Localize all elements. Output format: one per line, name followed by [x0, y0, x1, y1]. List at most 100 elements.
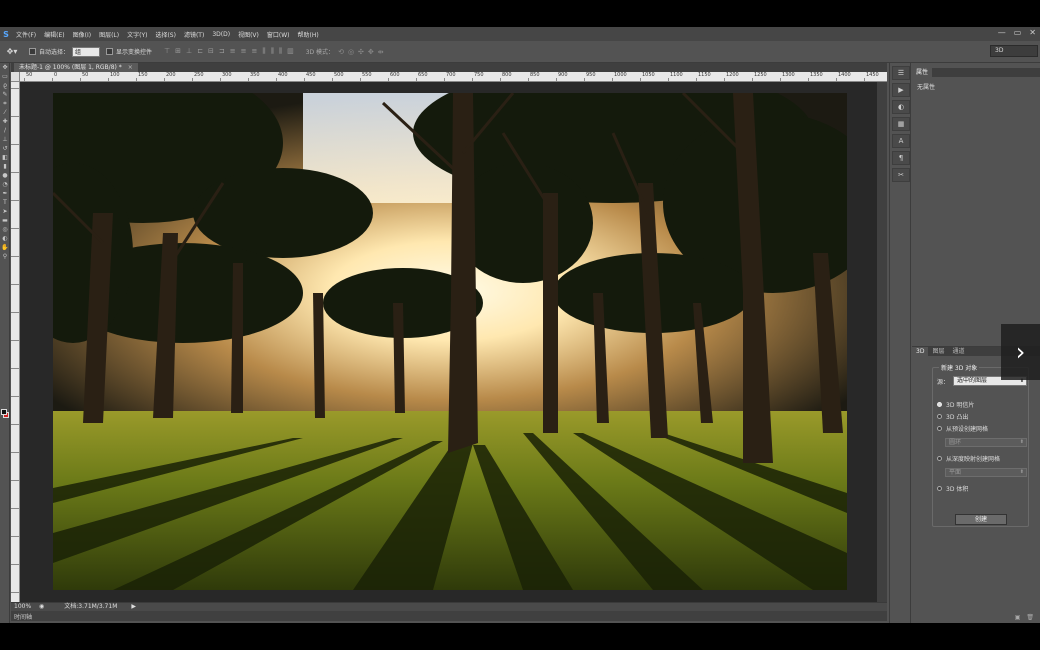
gradient-tool-icon[interactable]: ▮: [0, 162, 10, 171]
blur-tool-icon[interactable]: ●: [0, 171, 10, 180]
clone-stamp-tool-icon[interactable]: ⊥: [0, 135, 10, 144]
move-tool-preset-icon[interactable]: ✥▾: [1, 45, 23, 59]
menu-view[interactable]: 视图(V): [234, 30, 263, 39]
auto-align-icon[interactable]: ▥: [287, 47, 294, 56]
menu-filter[interactable]: 滤镜(T): [180, 30, 208, 39]
zoom-level[interactable]: 100%: [11, 603, 39, 611]
workspace-dropdown[interactable]: 3D: [990, 45, 1038, 57]
radio-dot[interactable]: [937, 414, 942, 419]
menu-3d[interactable]: 3D(D): [208, 31, 234, 38]
3d-camera-tool-icon[interactable]: ◐: [0, 234, 10, 243]
tab-3d[interactable]: 3D: [912, 347, 929, 356]
radio-dot[interactable]: [937, 426, 942, 431]
menu-select[interactable]: 选择(S): [151, 30, 180, 39]
menu-help[interactable]: 帮助(H): [294, 30, 323, 39]
radio-dot[interactable]: [937, 486, 942, 491]
menu-type[interactable]: 文字(Y): [123, 30, 151, 39]
tab-properties[interactable]: 属性: [912, 68, 933, 77]
new-item-icon[interactable]: ▣: [1015, 614, 1021, 621]
share-icon[interactable]: ◉: [39, 603, 44, 611]
3d-tool-icon[interactable]: ◎: [0, 225, 10, 234]
path-select-tool-icon[interactable]: ➤: [0, 207, 10, 216]
preset-dropdown[interactable]: 圆环 ⬍: [945, 438, 1027, 447]
align-bottom-icon[interactable]: ⊥: [186, 47, 192, 56]
marquee-tool-icon[interactable]: ▭: [0, 72, 10, 81]
healing-tool-icon[interactable]: ✚: [0, 117, 10, 126]
radio-dot[interactable]: [937, 456, 942, 461]
paragraph-panel-icon[interactable]: ¶: [892, 151, 910, 165]
menu-window[interactable]: 窗口(W): [263, 30, 294, 39]
eraser-tool-icon[interactable]: ◧: [0, 153, 10, 162]
dodge-tool-icon[interactable]: ◔: [0, 180, 10, 189]
quick-select-tool-icon[interactable]: ✎: [0, 90, 10, 99]
swatches-panel-icon[interactable]: ▦: [892, 117, 910, 131]
rotate-3d-icon[interactable]: ⟲: [338, 48, 344, 56]
radio-volume[interactable]: 3D 体积: [937, 484, 968, 493]
radio-mesh-from-depth[interactable]: 从深度映射创建网格: [937, 454, 1000, 463]
distribute-top-icon[interactable]: ≡: [230, 47, 236, 56]
menu-image[interactable]: 图像(I): [69, 30, 95, 39]
foreground-color-swatch[interactable]: [1, 409, 7, 415]
adjustments-panel-icon[interactable]: ◐: [892, 100, 910, 114]
canvas-area[interactable]: [20, 82, 887, 602]
radio-mesh-from-preset[interactable]: 从预设创建网格: [937, 424, 988, 433]
type-tool-icon[interactable]: T: [0, 198, 10, 207]
shape-tool-icon[interactable]: ▬: [0, 216, 10, 225]
minimize-button[interactable]: —: [998, 28, 1006, 37]
slide-3d-icon[interactable]: ✥: [368, 48, 374, 56]
radio-postcard[interactable]: 3D 明信片: [937, 400, 974, 409]
status-menu-arrow-icon[interactable]: ▶: [131, 603, 136, 611]
tool-presets-panel-icon[interactable]: ✂: [892, 168, 910, 182]
show-transform-checkbox[interactable]: [106, 48, 114, 55]
horizontal-ruler[interactable]: 50 0 50 100 150 200 250 300 350 400 450 500 550 600 65…: [20, 72, 887, 82]
close-tab-icon[interactable]: ×: [128, 64, 133, 71]
align-right-icon[interactable]: ⊐: [219, 47, 225, 56]
forest-sunlight-photo[interactable]: [53, 93, 847, 590]
hand-tool-icon[interactable]: ✋: [0, 243, 10, 252]
distribute-left-icon[interactable]: ⫼: [262, 47, 265, 56]
distribute-bottom-icon[interactable]: ≡: [252, 47, 258, 56]
pen-tool-icon[interactable]: ✒: [0, 189, 10, 198]
drag-3d-icon[interactable]: ✣: [358, 48, 364, 56]
auto-select-dropdown[interactable]: 组: [72, 46, 101, 57]
align-center-icon[interactable]: ⊟: [208, 47, 214, 56]
scale-3d-icon[interactable]: ⇹: [378, 48, 384, 56]
move-tool-icon[interactable]: ✥: [0, 63, 10, 72]
vertical-ruler[interactable]: [11, 82, 20, 602]
maximize-button[interactable]: ▭: [1014, 28, 1022, 37]
depth-map-dropdown[interactable]: 平面 ⬍: [945, 468, 1027, 477]
timeline-label[interactable]: 时间轴: [14, 612, 32, 621]
next-slide-button[interactable]: ›: [1001, 324, 1040, 380]
eyedropper-tool-icon[interactable]: ⁄: [0, 108, 10, 117]
auto-select-checkbox[interactable]: [29, 48, 36, 55]
crop-tool-icon[interactable]: ⌗: [0, 99, 10, 108]
vertical-scrollbar[interactable]: [877, 82, 887, 602]
document-tab[interactable]: 未标题-1 @ 100% (图层 1, RGB/8) * ×: [14, 63, 138, 72]
distribute-right-icon[interactable]: ⫼: [279, 47, 282, 56]
lasso-tool-icon[interactable]: ϱ: [0, 81, 10, 90]
radio-extrusion[interactable]: 3D 凸出: [937, 412, 968, 421]
menu-file[interactable]: 文件(F): [12, 30, 40, 39]
radio-dot[interactable]: [937, 402, 942, 407]
history-panel-icon[interactable]: ☰: [892, 66, 910, 80]
align-left-icon[interactable]: ⊏: [197, 47, 203, 56]
actions-panel-icon[interactable]: ▶: [892, 83, 910, 97]
menu-layer[interactable]: 图层(L): [95, 30, 123, 39]
brush-tool-icon[interactable]: ∕: [0, 126, 10, 135]
history-brush-tool-icon[interactable]: ↺: [0, 144, 10, 153]
ruler-origin[interactable]: [11, 72, 20, 82]
distribute-middle-icon[interactable]: ≡: [241, 47, 247, 56]
tab-channels[interactable]: 通道: [948, 347, 968, 356]
trash-icon[interactable]: 🗑: [1026, 614, 1034, 621]
create-button[interactable]: 创建: [955, 514, 1007, 525]
distribute-center-icon[interactable]: ⫼: [271, 47, 274, 56]
horizontal-scrollbar[interactable]: [11, 611, 887, 621]
character-panel-icon[interactable]: A: [892, 134, 910, 148]
menu-edit[interactable]: 编辑(E): [40, 30, 68, 39]
zoom-tool-icon[interactable]: ⚲: [0, 252, 10, 261]
close-button[interactable]: ✕: [1029, 28, 1036, 37]
align-middle-icon[interactable]: ⊞: [175, 47, 181, 56]
tab-layers[interactable]: 图层: [928, 347, 948, 356]
roll-3d-icon[interactable]: ◎: [348, 48, 354, 56]
align-top-icon[interactable]: ⊤: [164, 47, 170, 56]
